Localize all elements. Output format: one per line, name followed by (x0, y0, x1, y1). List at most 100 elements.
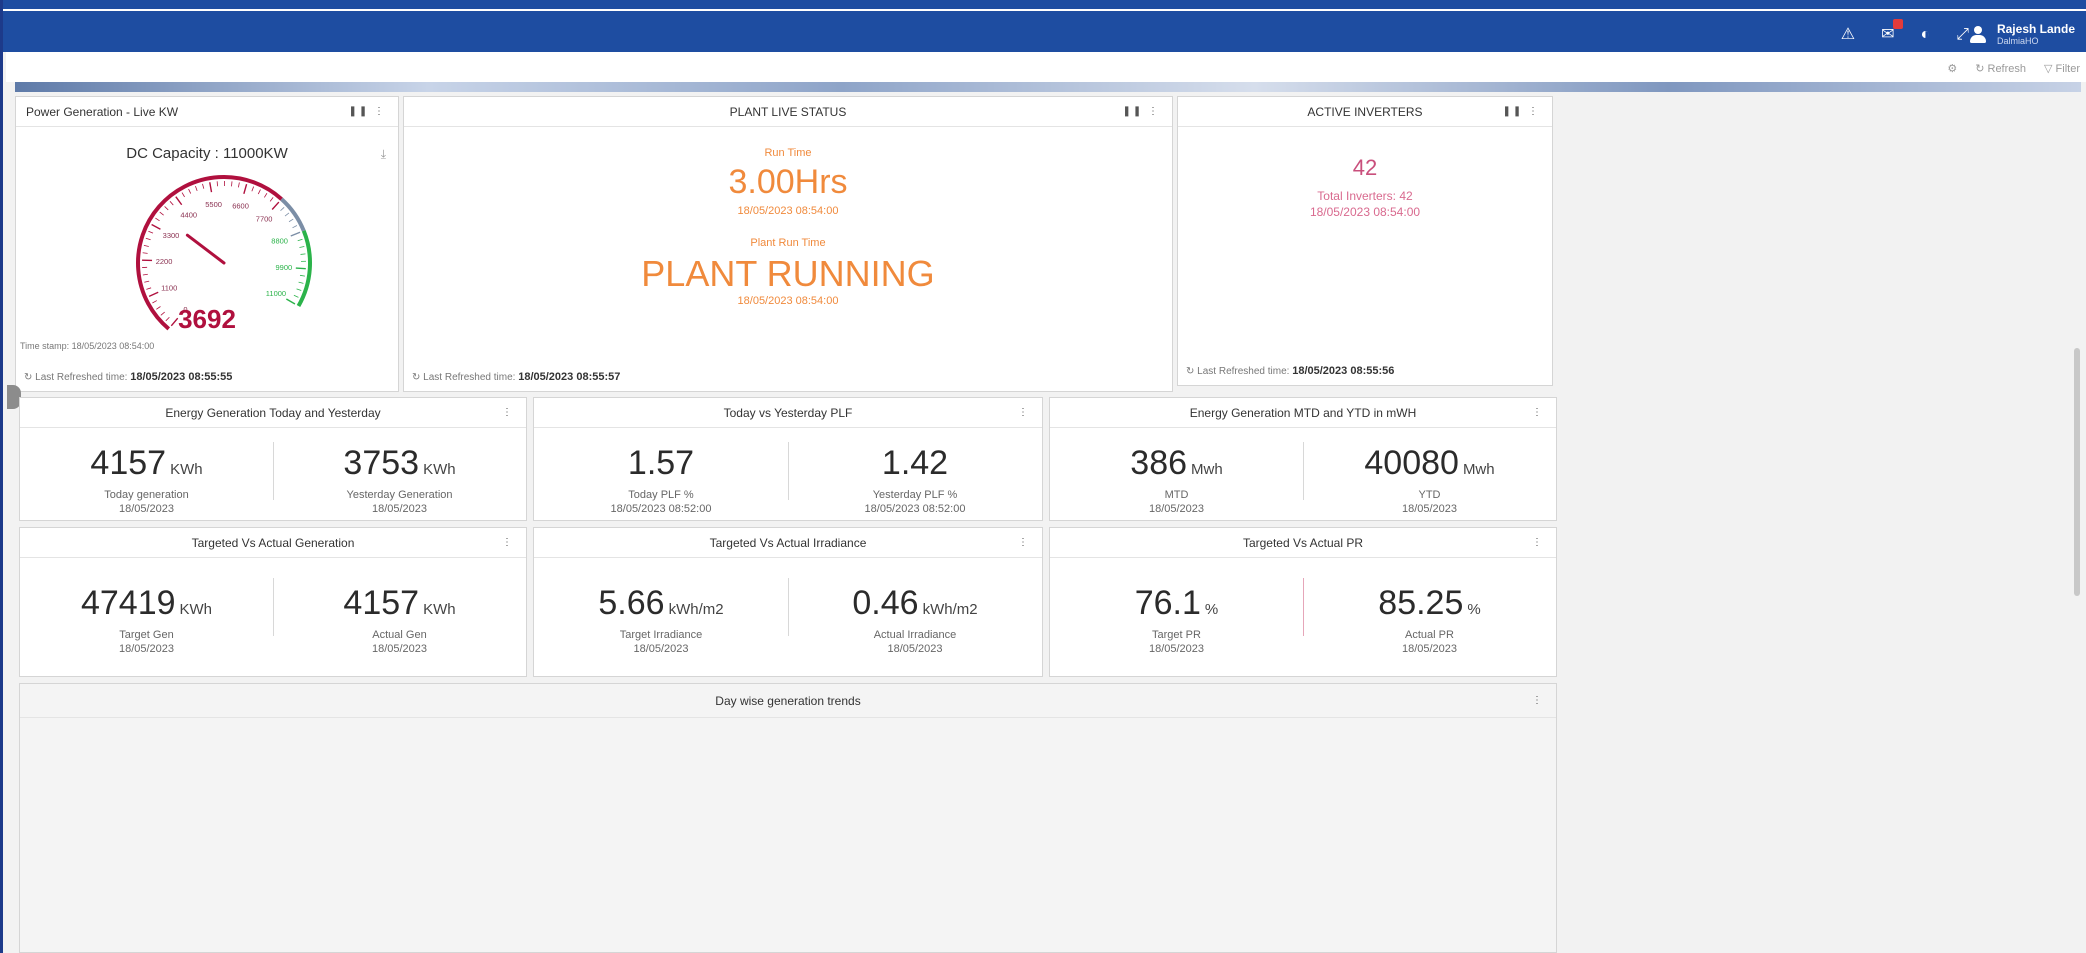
gauge-tick (155, 217, 160, 222)
panel-title: Targeted Vs Actual PR (1242, 535, 1364, 550)
kpi-value: 386 (1130, 444, 1188, 482)
gauge-tick (143, 245, 149, 247)
gauge-tick (298, 281, 304, 284)
gauge-tick (284, 212, 290, 217)
kpi-date: 18/05/2023 (371, 503, 428, 515)
kpi-today-plf: 1.57 Today PLF % 18/05/2023 08:52:00 (534, 428, 788, 520)
panel-menu-icon[interactable]: ❚❚ ⋮ (1502, 106, 1540, 117)
panel-header: Targeted Vs Actual Generation ⋮ (20, 528, 526, 558)
warning-icon[interactable]: ⚠ (1841, 27, 1855, 43)
refreshed-time: 18/05/2023 08:55:57 (518, 371, 621, 383)
kpi-date: 18/05/2023 (118, 643, 175, 655)
kpi-value: 1.57 (627, 444, 695, 482)
kpi-date: 18/05/2023 (887, 643, 943, 655)
power-generation-panel: Power Generation - Live KW ❚❚ ⋮ DC Capac… (15, 96, 399, 392)
panel-menu-icon[interactable]: ⋮ (1532, 537, 1544, 548)
user-name: Rajesh Lande (1996, 22, 2075, 36)
kpi-label: Target Irradiance (619, 629, 703, 641)
gauge-timestamp: Time stamp: 18/05/2023 08:54:00 (20, 341, 155, 351)
plant-run-label: Plant Run Time (750, 237, 826, 249)
gauge-tick (299, 274, 306, 277)
panel-menu-icon[interactable]: ⋮ (1532, 407, 1544, 418)
kpi-date: 18/05/2023 08:52:00 (610, 503, 712, 515)
kpi-unit: kWh/m2 (668, 601, 724, 618)
panel-menu-icon[interactable]: ❚❚ ⋮ (348, 106, 386, 117)
kpi-date: 18/05/2023 (1401, 503, 1458, 515)
refreshed-time: 18/05/2023 08:55:55 (130, 371, 233, 383)
gauge-tick (238, 182, 240, 188)
kpi-value: 4157 (343, 584, 420, 622)
plant-run-value: PLANT RUNNING (641, 253, 935, 294)
kpi-unit: KWh (170, 461, 203, 478)
refreshed-label: Last Refreshed time: (1197, 366, 1290, 377)
panel-title: Energy Generation MTD and YTD in mWH (1189, 405, 1417, 420)
gauge-tick (292, 225, 298, 229)
panel-menu-icon[interactable]: ⋮ (1018, 537, 1030, 548)
panel-menu-icon[interactable]: ⋮ (502, 407, 514, 418)
panel-menu-icon[interactable]: ❚❚ ⋮ (1122, 106, 1160, 117)
kpi-actual-irradiance: 0.46 kWh/m2 Actual Irradiance 18/05/2023 (788, 568, 1042, 676)
run-time-value: 3.00Hrs (728, 163, 848, 201)
gauge-tick (295, 267, 306, 270)
panel-menu-icon[interactable]: ⋮ (1018, 407, 1030, 418)
dc-capacity: DC Capacity : 11000KW (126, 145, 288, 162)
panel-header: Targeted Vs Actual Irradiance ⋮ (534, 528, 1042, 558)
gauge-tick (195, 186, 198, 191)
gauge-tick (209, 182, 213, 193)
refresh-label: Refresh (1987, 63, 2027, 75)
target-gen-panel: Targeted Vs Actual Generation ⋮ 47419 KWh T… (19, 527, 527, 677)
gauge-tick (251, 186, 255, 192)
kpi-label: MTD (1164, 489, 1189, 501)
gauge-tick (169, 201, 174, 206)
refresh-button[interactable]: ↻ Refresh (1975, 62, 2026, 75)
trends-panel: Day wise generation trends ⋮ (19, 683, 1557, 953)
page-scrollbar[interactable] (2074, 348, 2080, 596)
gauge-tick (280, 206, 285, 211)
user-role: DalmiaHO (1996, 36, 2039, 46)
panel-title: Day wise generation trends (715, 693, 861, 708)
kpi-unit: % (1467, 601, 1481, 618)
fullscreen-icon[interactable]: ⤢ (1956, 27, 1969, 43)
download-icon[interactable]: ⤓ (381, 147, 386, 162)
kpi-date: 18/05/2023 (1401, 643, 1458, 655)
kpi-date: 18/05/2023 (1148, 643, 1205, 655)
settings-icon[interactable]: ⚙ (1947, 62, 1957, 75)
kpi-date: 18/05/2023 (118, 503, 175, 515)
panel-header: Energy Generation Today and Yesterday ⋮ (20, 398, 526, 428)
panel-menu-icon[interactable]: ⋮ (502, 537, 514, 548)
user-menu[interactable]: Rajesh Lande DalmiaHO (1969, 23, 2075, 46)
panel-title: ACTIVE INVERTERS (1307, 104, 1423, 119)
inverter-date: 18/05/2023 08:54:00 (1309, 205, 1421, 219)
notification-icon[interactable]: ✉ (1881, 19, 1903, 43)
kpi-label: Yesterday Generation (346, 489, 453, 501)
run-time-label: Run Time (764, 147, 812, 159)
gauge-tick (164, 206, 169, 211)
gauge-tick (202, 183, 205, 189)
kpi-unit: Mwh (1462, 461, 1495, 478)
gauge-tick (243, 183, 248, 194)
kpi-date: 18/05/2023 (1148, 503, 1205, 515)
run-time-date: 18/05/2023 08:54:00 (737, 205, 839, 217)
kpi-actual-gen: 4157 KWh Actual Gen 18/05/2023 (273, 568, 526, 676)
kpi-today: 4157 KWh Today generation 18/05/2023 (20, 428, 273, 520)
panel-title: Today vs Yesterday PLF (723, 405, 853, 420)
kpi-date: 18/05/2023 (371, 643, 428, 655)
kpi-value: 85.25 (1378, 584, 1464, 622)
avatar-icon (1969, 25, 1987, 44)
filter-button[interactable]: ▽ Filter (2044, 62, 2080, 75)
gauge-tick-label: 1100 (161, 283, 177, 292)
gauge-value: 3692 (178, 304, 236, 334)
kpi-label: Today generation (104, 489, 189, 501)
refreshed-label: Last Refreshed time: (423, 372, 516, 383)
theme-icon[interactable]: ◐ (1921, 27, 1931, 43)
kpi-mtd: 386 Mwh MTD 18/05/2023 (1050, 428, 1303, 520)
kpi-unit: kWh/m2 (922, 601, 978, 618)
gauge-tick (257, 189, 261, 195)
gauge-tick (288, 218, 294, 223)
panel-menu-icon[interactable]: ⋮ (1532, 695, 1544, 706)
gauge-tick (148, 291, 159, 297)
kpi-unit: Mwh (1191, 461, 1223, 478)
panel-title: Targeted Vs Actual Generation (191, 535, 355, 550)
panel-header: ACTIVE INVERTERS ❚❚ ⋮ (1178, 97, 1552, 127)
panel-header: Targeted Vs Actual PR ⋮ (1050, 528, 1556, 558)
